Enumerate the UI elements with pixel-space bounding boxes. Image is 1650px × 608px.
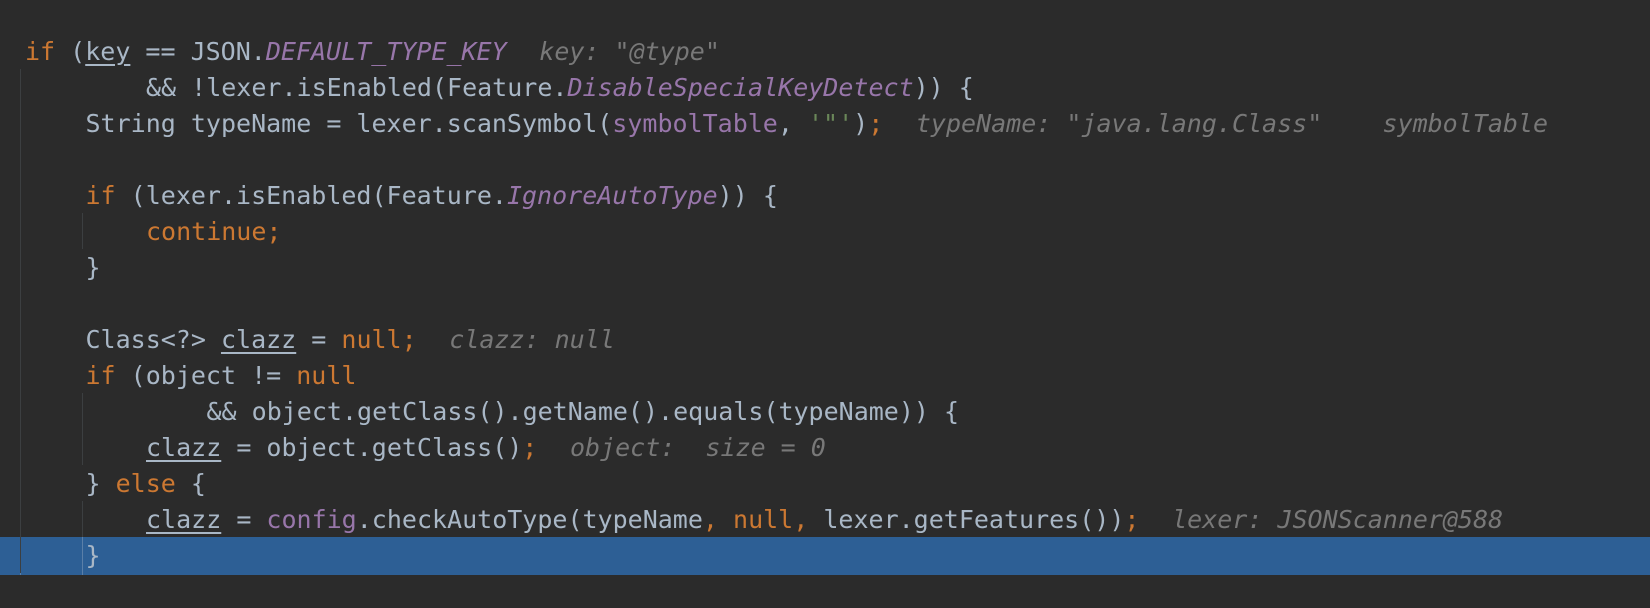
code-token: if xyxy=(25,37,56,66)
code-text: } xyxy=(86,249,101,287)
code-token: lexer.getFeatures()) xyxy=(823,505,1125,534)
indent-guide xyxy=(20,69,21,573)
code-token: symbolTable xyxy=(612,109,778,138)
code-token: null xyxy=(733,505,794,534)
code-token: clazz xyxy=(220,325,297,354)
code-token: '"' xyxy=(807,109,854,138)
code-text: clazz = config.checkAutoType(typeName, n… xyxy=(146,501,1503,539)
inline-debug-value: object: size = 0 xyxy=(569,433,826,462)
code-token: } xyxy=(85,253,101,282)
code-token: if xyxy=(85,361,116,390)
code-token: )) { xyxy=(913,73,974,102)
code-token: , xyxy=(793,505,824,534)
code-token: && !lexer.isEnabled(Feature. xyxy=(146,73,568,102)
code-token: String typeName = lexer.scanSymbol( xyxy=(85,109,613,138)
indent-guide xyxy=(82,393,83,465)
code-token: (object != xyxy=(115,361,297,390)
code-text: if (key == JSON.DEFAULT_TYPE_KEY key: "@… xyxy=(25,33,720,71)
code-line[interactable]: String typeName = lexer.scanSymbol(symbo… xyxy=(0,105,1650,143)
code-token: null; xyxy=(341,325,417,354)
code-token: = object.getClass() xyxy=(221,433,523,462)
code-text: } else { xyxy=(86,465,206,503)
code-token: ; xyxy=(868,109,884,138)
code-token: } xyxy=(85,469,116,498)
code-line[interactable]: } else { xyxy=(0,465,1650,503)
code-token: == JSON. xyxy=(130,37,266,66)
code-text: if (lexer.isEnabled(Feature.IgnoreAutoTy… xyxy=(86,177,778,215)
code-line[interactable]: if (object != null xyxy=(0,357,1650,395)
code-token: } xyxy=(85,541,101,570)
code-token: )) { xyxy=(717,181,778,210)
code-text: continue; xyxy=(146,213,281,251)
code-text: && !lexer.isEnabled(Feature.DisableSpeci… xyxy=(146,69,974,107)
code-token: ) xyxy=(853,109,869,138)
current-execution-line[interactable]: } xyxy=(0,537,1650,575)
code-editor[interactable]: if (key == JSON.DEFAULT_TYPE_KEY key: "@… xyxy=(0,33,1650,608)
code-token: = xyxy=(296,325,342,354)
indent-guide xyxy=(82,501,83,537)
code-line[interactable] xyxy=(0,285,1650,323)
code-line[interactable]: } xyxy=(0,249,1650,287)
code-token: ; xyxy=(1124,505,1140,534)
code-line[interactable]: Class<?> clazz = null; clazz: null xyxy=(0,321,1650,359)
code-token: DisableSpecialKeyDetect xyxy=(567,73,914,102)
code-text: Class<?> clazz = null; clazz: null xyxy=(86,321,615,359)
code-token: clazz xyxy=(146,505,222,534)
code-token: , xyxy=(702,505,734,534)
code-text: } xyxy=(86,537,101,575)
code-line[interactable]: clazz = config.checkAutoType(typeName, n… xyxy=(0,501,1650,539)
code-token: && object.getClass().getName().equals(ty… xyxy=(206,397,960,426)
code-token: Class<?> xyxy=(85,325,221,354)
code-token: IgnoreAutoType xyxy=(506,181,718,210)
code-line[interactable]: && object.getClass().getName().equals(ty… xyxy=(0,393,1650,431)
inline-debug-value: lexer: JSONScanner@588 xyxy=(1172,505,1504,534)
code-line[interactable]: continue; xyxy=(0,213,1650,251)
code-token: { xyxy=(175,469,206,498)
code-token: = xyxy=(221,505,267,534)
code-text: && object.getClass().getName().equals(ty… xyxy=(207,393,960,431)
code-token: (lexer.isEnabled(Feature. xyxy=(115,181,507,210)
indent-guide xyxy=(82,537,83,575)
inline-debug-value: clazz: null xyxy=(449,325,615,354)
code-line[interactable]: if (key == JSON.DEFAULT_TYPE_KEY key: "@… xyxy=(0,33,1650,71)
code-token: DEFAULT_TYPE_KEY xyxy=(265,37,507,66)
code-line[interactable]: && !lexer.isEnabled(Feature.DisableSpeci… xyxy=(0,69,1650,107)
code-token: if xyxy=(85,181,116,210)
code-token: ( xyxy=(55,37,86,66)
code-line[interactable]: if (lexer.isEnabled(Feature.IgnoreAutoTy… xyxy=(0,177,1650,215)
indent-guide xyxy=(82,213,83,249)
inline-debug-value: typeName: "java.lang.Class" symbolTable xyxy=(915,109,1549,138)
inline-debug-value: key: "@type" xyxy=(539,37,720,66)
code-token: config xyxy=(266,505,357,534)
code-text: String typeName = lexer.scanSymbol(symbo… xyxy=(86,105,1549,143)
code-token: null xyxy=(296,361,357,390)
code-token: key xyxy=(85,37,131,66)
code-text: clazz = object.getClass(); object: size … xyxy=(146,429,826,467)
code-token: , xyxy=(777,109,808,138)
code-text: if (object != null xyxy=(86,357,357,395)
code-token: continue; xyxy=(146,217,282,246)
code-token: clazz xyxy=(146,433,222,462)
code-token: else xyxy=(115,469,176,498)
code-token: ; xyxy=(522,433,538,462)
code-token: .checkAutoType(typeName xyxy=(356,505,703,534)
code-line[interactable]: clazz = object.getClass(); object: size … xyxy=(0,429,1650,467)
code-line[interactable] xyxy=(0,141,1650,179)
